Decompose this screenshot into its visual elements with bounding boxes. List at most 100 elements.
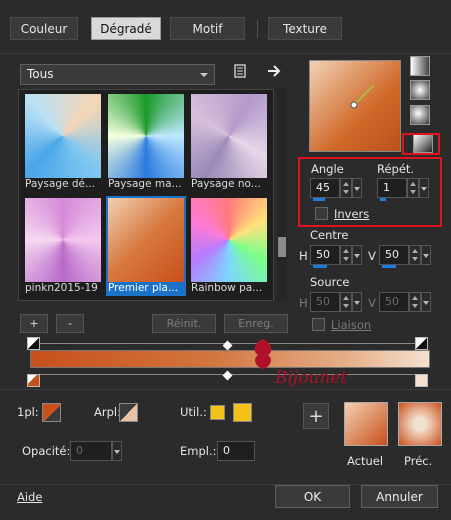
- foreground-swatch[interactable]: [42, 403, 61, 422]
- gallery-scrollbar[interactable]: [277, 89, 287, 301]
- angle-value: 45: [316, 181, 330, 194]
- center-v-spinner[interactable]: [409, 245, 421, 265]
- tab-separator: [257, 20, 258, 38]
- source-v-dropdown[interactable]: [421, 292, 431, 312]
- gradient-thumb[interactable]: Rainbow pa...: [189, 196, 269, 296]
- angle-label: Angle: [311, 162, 344, 176]
- chevron-down-icon: [200, 73, 208, 77]
- thumb-caption: Paysage ma...: [108, 178, 182, 190]
- tab-couleur[interactable]: Couleur: [10, 17, 78, 40]
- previous-label: Préc.: [404, 454, 433, 468]
- center-h-input[interactable]: 50: [310, 245, 340, 268]
- center-h-spinner[interactable]: [340, 245, 352, 265]
- gradient-thumb[interactable]: pinkn2015-19: [23, 196, 103, 296]
- source-v-input[interactable]: 50: [379, 292, 409, 312]
- center-label: Centre: [310, 228, 349, 242]
- source-v-label: V: [368, 296, 376, 310]
- arrow-right-icon[interactable]: [267, 64, 283, 78]
- ok-button[interactable]: OK: [275, 485, 350, 508]
- help-link[interactable]: Aide: [17, 490, 42, 504]
- source-h-dropdown[interactable]: [352, 292, 362, 312]
- source-h-spinner[interactable]: [340, 292, 352, 312]
- center-h-slider-fill: [313, 265, 327, 268]
- background-label: Arpl:: [94, 405, 121, 419]
- watermark-text: Bijounet: [275, 368, 348, 388]
- opacity-stop-right[interactable]: [415, 337, 428, 350]
- thumb-caption: Paysage no...: [191, 178, 261, 190]
- angle-slider-fill: [313, 198, 325, 201]
- thumb-caption: pinkn2015-19: [25, 282, 98, 294]
- gradient-thumb[interactable]: Paysage dé...: [23, 92, 103, 192]
- reset-button[interactable]: Réinit.: [152, 314, 216, 333]
- gradient-thumb-selected[interactable]: Premier pla...: [106, 196, 186, 296]
- thumb-caption: Paysage dé...: [25, 178, 96, 190]
- add-swatch-button[interactable]: +: [303, 403, 329, 429]
- linear-style-icon[interactable]: [410, 56, 430, 76]
- position-value: 0: [223, 444, 230, 457]
- angle-handle-icon[interactable]: [310, 61, 400, 151]
- watermark-ornament-icon: [254, 339, 272, 369]
- tab-degrade[interactable]: Dégradé: [91, 17, 161, 40]
- category-select[interactable]: Tous: [20, 64, 215, 85]
- position-input[interactable]: 0: [217, 441, 255, 461]
- tab-texture[interactable]: Texture: [268, 17, 342, 40]
- link-checkbox[interactable]: [312, 318, 325, 331]
- center-h-dropdown[interactable]: [352, 245, 362, 265]
- gradient-bar[interactable]: [30, 350, 430, 368]
- cancel-button[interactable]: Annuler: [361, 485, 438, 508]
- category-select-value: Tous: [27, 67, 54, 81]
- repeat-spinner[interactable]: [407, 178, 419, 198]
- current-gradient-swatch[interactable]: [344, 402, 388, 446]
- repeat-input[interactable]: 1: [377, 178, 407, 201]
- background-swatch[interactable]: [119, 403, 138, 422]
- color-stop-right[interactable]: [415, 374, 428, 387]
- repeat-value: 1: [383, 181, 390, 194]
- gradient-gallery: Paysage dé... Paysage ma... Paysage no..…: [18, 89, 274, 301]
- opacity-dropdown[interactable]: [112, 441, 122, 461]
- angle-input[interactable]: 45: [310, 178, 340, 201]
- sunburst-style-icon[interactable]: [410, 105, 430, 125]
- radial-style-icon[interactable]: [410, 80, 430, 100]
- repeat-label: Répét.: [377, 162, 415, 176]
- gradient-thumb[interactable]: Paysage ma...: [106, 92, 186, 192]
- tab-motif[interactable]: Motif: [170, 17, 245, 40]
- source-h-value: 50: [316, 295, 330, 308]
- color-midpoint[interactable]: [222, 370, 233, 381]
- gallery-scroll-thumb[interactable]: [278, 237, 286, 257]
- user-color-label: Util.:: [180, 405, 207, 419]
- center-v-input[interactable]: 50: [379, 245, 409, 268]
- opacity-stop-left[interactable]: [27, 337, 40, 350]
- source-label: Source: [310, 275, 350, 289]
- tab-bar: Couleur Dégradé Motif Texture: [0, 0, 451, 54]
- gradient-thumb[interactable]: Paysage no...: [189, 92, 269, 192]
- color-stop-left[interactable]: [27, 374, 40, 387]
- source-h-input[interactable]: 50: [310, 292, 340, 312]
- opacity-label: Opacité:: [22, 444, 71, 458]
- source-v-spinner[interactable]: [409, 292, 421, 312]
- previous-gradient-swatch[interactable]: [398, 402, 442, 446]
- position-label: Empl.:: [180, 444, 217, 458]
- angle-spinner[interactable]: [340, 178, 352, 198]
- save-button[interactable]: Enreg.: [224, 314, 288, 333]
- repeat-dropdown[interactable]: [419, 178, 429, 198]
- thumb-caption: Rainbow pa...: [191, 282, 263, 294]
- remove-gradient-button[interactable]: -: [56, 314, 84, 333]
- thumb-caption: Premier pla...: [108, 282, 178, 294]
- user-color-swatch[interactable]: [233, 403, 252, 422]
- opacity-input[interactable]: 0: [70, 441, 112, 461]
- center-v-slider-fill: [382, 265, 396, 268]
- add-gradient-button[interactable]: +: [20, 314, 48, 333]
- foreground-label: 1pl:: [17, 405, 39, 419]
- center-v-value: 50: [385, 248, 399, 261]
- user-color-small-swatch[interactable]: [210, 405, 225, 420]
- center-v-dropdown[interactable]: [421, 245, 431, 265]
- center-h-label: H: [299, 249, 308, 263]
- source-v-value: 50: [385, 295, 399, 308]
- opacity-value: 0: [76, 444, 83, 457]
- invert-checkbox[interactable]: [315, 207, 328, 220]
- center-v-label: V: [368, 249, 376, 263]
- library-icon[interactable]: [234, 64, 248, 78]
- repeat-slider-fill: [380, 198, 386, 201]
- angle-dropdown[interactable]: [352, 178, 362, 198]
- invert-label: Invers: [334, 207, 370, 221]
